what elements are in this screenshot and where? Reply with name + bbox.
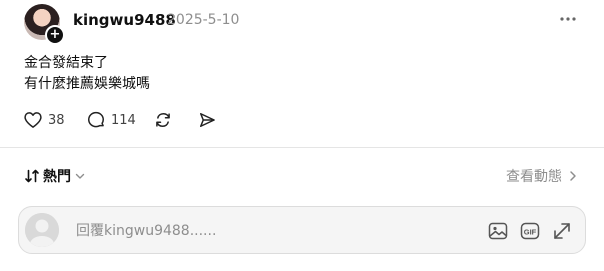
comment-count: 114 [111, 112, 136, 128]
author-avatar-wrap[interactable]: + [24, 4, 65, 45]
image-icon[interactable] [487, 220, 509, 242]
share-button[interactable] [197, 109, 217, 131]
divider [0, 147, 604, 148]
reply-input[interactable] [74, 219, 378, 243]
sort-label: 熱門 [43, 169, 71, 185]
repost-button[interactable] [153, 109, 173, 131]
post-text-line: 有什麼推薦娛樂城嗎 [24, 76, 150, 92]
author-username[interactable]: kingwu9488 [73, 11, 176, 29]
post-body: 金合發結束了 有什麼推薦娛樂城嗎 [24, 53, 150, 95]
comment-icon [88, 111, 104, 128]
default-avatar-icon [25, 213, 59, 247]
heart-icon [24, 112, 42, 128]
comment-button[interactable]: 114 [86, 109, 136, 131]
post-header: + kingwu9488 2025-5-10 [24, 4, 584, 45]
like-button[interactable]: 38 [23, 109, 65, 131]
sort-bar: 熱門 查看動態 [24, 166, 580, 188]
repost-icon [156, 112, 170, 128]
post-text-line: 金合發結束了 [24, 55, 108, 71]
sort-icon [25, 169, 39, 183]
more-icon[interactable] [558, 12, 578, 26]
expand-icon[interactable] [551, 220, 573, 242]
share-icon [200, 113, 215, 127]
follow-button[interactable]: + [45, 25, 65, 45]
chevron-down-icon [75, 173, 85, 179]
gif-icon[interactable]: GIF [519, 220, 541, 242]
svg-text:GIF: GIF [524, 228, 537, 237]
view-activity-label: 查看動態 [506, 169, 562, 185]
sort-dropdown[interactable]: 熱門 [24, 166, 86, 186]
post-timestamp[interactable]: 2025-5-10 [167, 12, 239, 28]
avatar [25, 213, 59, 247]
chevron-right-icon [570, 171, 576, 181]
reply-composer: GIF [18, 206, 586, 254]
view-activity-link[interactable]: 查看動態 [506, 166, 580, 186]
like-count: 38 [48, 112, 65, 128]
